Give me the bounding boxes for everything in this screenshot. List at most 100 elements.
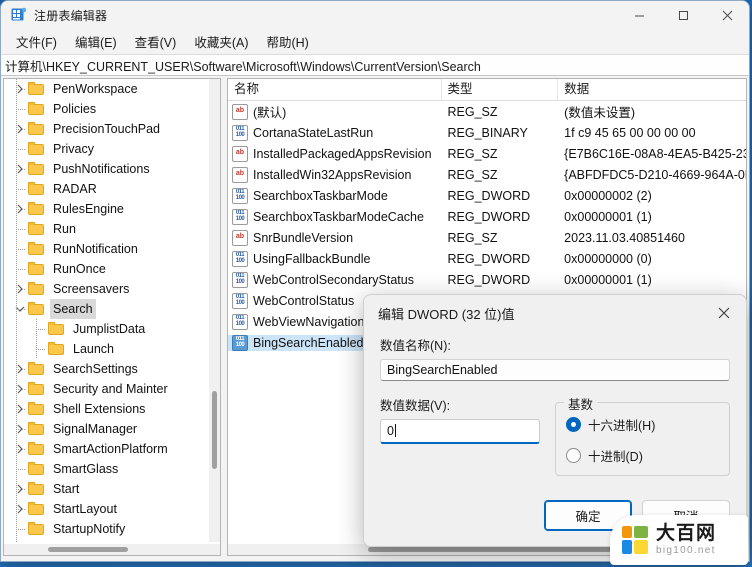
tree-item[interactable]: Run <box>4 219 211 239</box>
address-bar[interactable]: 计算机\HKEY_CURRENT_USER\Software\Microsoft… <box>1 54 749 76</box>
dialog-body: 数值名称(N): BingSearchEnabled 数值数据(V): 0 基数… <box>364 331 746 476</box>
tree-item[interactable]: PenWorkspace <box>4 79 211 99</box>
column-header-name[interactable]: 名称 <box>228 79 442 100</box>
value-type-cell: REG_DWORD <box>447 251 531 266</box>
registry-tree-list[interactable]: PenWorkspace Policies PrecisionTouchPad Pri… <box>4 79 211 542</box>
tree-item-label: SmartActionPlatform <box>53 442 168 456</box>
value-data-cell: 0x00000001 (1) <box>564 209 652 224</box>
value-name-cell: 011 100 SearchboxTaskbarModeCache <box>228 208 442 225</box>
tree-item-label: Search <box>50 299 96 319</box>
tree-item-label: StorageSense <box>50 539 135 542</box>
value-name-input[interactable]: BingSearchEnabled <box>380 359 730 381</box>
window-controls <box>617 1 749 29</box>
value-data-input[interactable]: 0 <box>380 419 540 444</box>
edit-dword-dialog: 编辑 DWORD (32 位)值 数值名称(N): BingSearchEnab… <box>363 294 747 547</box>
tree-item[interactable]: PushNotifications <box>4 159 211 179</box>
menu-item-view[interactable]: 查看(V) <box>126 29 186 54</box>
string-value-icon: ab <box>232 103 248 120</box>
tree-item-label: Security and Mainter <box>53 382 168 396</box>
tree-item-label: JumplistData <box>73 322 146 336</box>
value-data-text: 0 <box>387 424 394 438</box>
table-row[interactable]: ab (默认) REG_SZ (数值未设置) <box>228 101 746 122</box>
value-type-cell: REG_SZ <box>447 146 498 161</box>
table-row[interactable]: 011 100 SearchboxTaskbarMode REG_DWORD 0x000… <box>228 185 746 206</box>
value-data-cell: 0x00000000 (0) <box>564 251 652 266</box>
title-bar: 注册表编辑器 <box>1 1 749 29</box>
tree-item[interactable]: Launch <box>4 339 211 359</box>
value-name-text: WebControlStatus <box>253 293 355 308</box>
table-row[interactable]: 011 100 WebControlSecondaryStatus REG_DWORD… <box>228 269 746 290</box>
tree-item[interactable]: SmartActionPlatform <box>4 439 211 459</box>
value-type-cell: REG_BINARY <box>447 125 528 140</box>
tree-item[interactable]: Shell Extensions <box>4 399 211 419</box>
watermark: 大百网 big100.net <box>610 515 748 565</box>
tree-item[interactable]: Start <box>4 479 211 499</box>
tree-item-label: StartLayout <box>53 502 117 516</box>
tree-item[interactable]: RADAR <box>4 179 211 199</box>
tree-item-label: RADAR <box>53 182 97 196</box>
value-type-cell: REG_DWORD <box>447 209 531 224</box>
menu-item-help[interactable]: 帮助(H) <box>257 29 317 54</box>
tree-item-label: SearchSettings <box>53 362 138 376</box>
tree-item-label: Start <box>53 482 80 496</box>
tree-item[interactable]: StartupNotify <box>4 519 211 539</box>
dialog-close-icon[interactable] <box>702 295 746 331</box>
minimize-button[interactable] <box>617 1 661 29</box>
column-header-type[interactable]: 类型 <box>442 79 559 100</box>
menu-item-favorites[interactable]: 收藏夹(A) <box>185 29 257 54</box>
tree-item[interactable]: StorageSense <box>4 539 211 542</box>
tree-item[interactable]: SignalManager <box>4 419 211 439</box>
tree-item[interactable]: RunNotification <box>4 239 211 259</box>
tree-guide-line <box>16 539 17 542</box>
folder-icon <box>28 522 45 536</box>
maximize-button[interactable] <box>661 1 705 29</box>
tree-horizontal-scrollbar[interactable] <box>4 544 220 555</box>
folder-icon <box>28 102 45 116</box>
value-data-cell: {ABFDFDC5-D210-4669-964A-0D <box>564 167 746 182</box>
value-type-cell: REG_DWORD <box>447 188 531 203</box>
tree-item[interactable]: SmartGlass <box>4 459 211 479</box>
table-row[interactable]: 011 100 UsingFallbackBundle REG_DWORD 0x0000… <box>228 248 746 269</box>
menu-item-edit[interactable]: 编辑(E) <box>66 29 126 54</box>
folder-icon <box>28 82 45 96</box>
tree-item[interactable]: RulesEngine <box>4 199 211 219</box>
window-title: 注册表编辑器 <box>34 8 108 23</box>
tree-item[interactable]: StartLayout <box>4 499 211 519</box>
folder-icon <box>28 222 45 236</box>
tree-item[interactable]: SearchSettings <box>4 359 211 379</box>
table-row[interactable]: ab InstalledPackagedAppsRevision REG_SZ {E7… <box>228 143 746 164</box>
chevron-right-icon[interactable] <box>12 539 28 542</box>
tree-guide-line <box>16 429 26 430</box>
tree-item[interactable]: RunOnce <box>4 259 211 279</box>
tree-guide-line <box>16 129 26 130</box>
tree-item[interactable]: Screensavers <box>4 279 211 299</box>
table-row[interactable]: 011 100 CortanaStateLastRun REG_BINARY 1f c9… <box>228 122 746 143</box>
value-name-cell: 011 100 UsingFallbackBundle <box>228 250 442 267</box>
tree-vertical-scrollbar[interactable] <box>209 79 220 542</box>
value-name-cell: ab SnrBundleVersion <box>228 229 442 246</box>
tree-item[interactable]: Security and Mainter <box>4 379 211 399</box>
radio-hexadecimal[interactable]: 十六进制(H) <box>566 415 719 434</box>
tree-guide-line <box>16 189 26 190</box>
tree-item[interactable]: JumplistData <box>4 319 211 339</box>
tree-item-label: SignalManager <box>53 422 138 436</box>
tree-item-label: RunOnce <box>53 262 106 276</box>
column-header-data[interactable]: 数据 <box>558 79 746 100</box>
radio-decimal[interactable]: 十进制(D) <box>566 446 719 465</box>
tree-guide-line <box>16 409 26 410</box>
table-row[interactable]: ab InstalledWin32AppsRevision REG_SZ {ABFDF… <box>228 164 746 185</box>
table-row[interactable]: 011 100 SearchboxTaskbarModeCache REG_DWORD… <box>228 206 746 227</box>
binary-value-icon: 011 100 <box>232 292 248 309</box>
close-button[interactable] <box>705 1 749 29</box>
table-row[interactable]: ab SnrBundleVersion REG_SZ 2023.11.03.40851… <box>228 227 746 248</box>
tree-item-label: Shell Extensions <box>53 402 146 416</box>
menu-item-file[interactable]: 文件(F) <box>7 29 66 54</box>
tree-item[interactable]: PrecisionTouchPad <box>4 119 211 139</box>
folder-icon <box>28 282 45 296</box>
tree-item[interactable]: Privacy <box>4 139 211 159</box>
tree-guide-line <box>16 389 26 390</box>
tree-item[interactable]: Policies <box>4 99 211 119</box>
value-type-cell: REG_SZ <box>447 167 498 182</box>
registry-tree-pane[interactable]: PenWorkspace Policies PrecisionTouchPad Pri… <box>3 78 221 556</box>
tree-item[interactable]: Search <box>4 299 211 319</box>
